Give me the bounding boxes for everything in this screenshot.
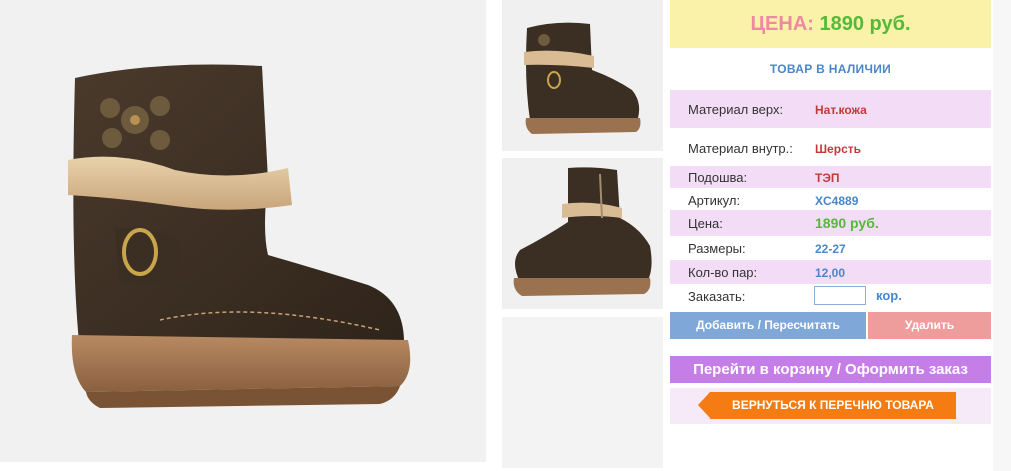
add-recalculate-button[interactable]: Добавить / Пересчитать	[670, 312, 866, 339]
price-banner-label: ЦЕНА:	[750, 13, 814, 35]
go-to-cart-button[interactable]: Перейти в корзину / Оформить заказ	[670, 356, 991, 383]
spec-row-pairs: Кол-во пар: 12,00	[670, 260, 991, 284]
spec-key: Заказать:	[688, 289, 746, 304]
spec-value: 22-27	[815, 242, 846, 256]
back-to-list-button[interactable]: ВЕРНУТЬСЯ К ПЕРЕЧНЮ ТОВАРА	[698, 392, 956, 419]
spec-value: Шерсть	[815, 142, 861, 156]
stock-status: ТОВАР В НАЛИЧИИ	[769, 62, 892, 76]
spec-key: Цена:	[688, 216, 723, 231]
thumbnail-empty[interactable]	[502, 317, 663, 468]
spec-row-sizes: Размеры: 22-27	[670, 236, 991, 260]
boot-thumbnail-image-side	[513, 167, 652, 296]
spec-key: Артикул:	[688, 193, 741, 208]
delete-button[interactable]: Удалить	[868, 312, 991, 339]
thumbnail-front[interactable]	[502, 0, 663, 151]
spec-key: Кол-во пар:	[688, 265, 758, 280]
spec-key: Материал внутр.:	[688, 141, 793, 156]
main-product-photo[interactable]	[0, 0, 486, 462]
order-unit: кор.	[876, 288, 902, 303]
spec-row-article: Артикул: XC4889	[670, 188, 991, 210]
boot-thumbnail-image	[524, 22, 641, 134]
spec-key: Материал верх:	[688, 102, 784, 117]
thumbnail-side[interactable]	[502, 158, 663, 309]
page-edge-strip	[993, 0, 1011, 471]
boot-illustration	[68, 64, 411, 408]
spec-value: Нат.кожа	[815, 103, 867, 117]
price-banner: ЦЕНА: 1890 руб.	[670, 0, 991, 48]
spec-value: XC4889	[815, 194, 859, 208]
spec-key: Подошва:	[688, 170, 748, 185]
price-banner-value: 1890 руб.	[819, 13, 911, 35]
spec-row-order: Заказать: кор.	[670, 284, 991, 308]
spec-row-material-inner: Материал внутр.: Шерсть	[670, 128, 991, 166]
back-button-container: ВЕРНУТЬСЯ К ПЕРЕЧНЮ ТОВАРА	[670, 388, 991, 424]
spec-row-sole: Подошва: ТЭП	[670, 166, 991, 188]
spec-value: 12,00	[815, 266, 846, 280]
product-page: ЦЕНА: 1890 руб. ТОВАР В НАЛИЧИИ Материал…	[0, 0, 1011, 471]
spec-value: 1890 руб.	[815, 215, 879, 231]
spec-key: Размеры:	[688, 241, 746, 256]
spec-row-material-top: Материал верх: Нат.кожа	[670, 90, 991, 128]
spec-row-price: Цена: 1890 руб.	[670, 210, 991, 236]
order-quantity-input[interactable]	[814, 286, 866, 305]
spec-value: ТЭП	[815, 171, 840, 185]
